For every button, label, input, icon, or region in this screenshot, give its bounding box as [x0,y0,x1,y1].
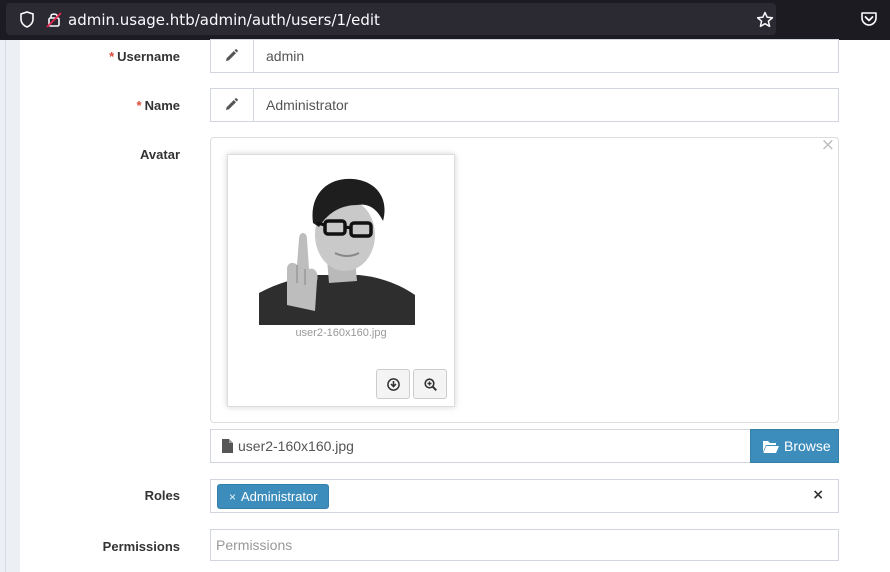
required-marker: * [109,49,115,64]
browse-button[interactable]: Browse [750,429,839,463]
url-text[interactable]: admin.usage.htb/admin/auth/users/1/edit [68,11,380,29]
name-label-text: Name [144,98,180,113]
required-marker: * [136,98,142,113]
name-label: * Name [137,98,180,113]
avatar-label: Avatar [140,147,180,162]
roles-select[interactable]: × Administrator × [210,479,839,513]
avatar-thumbnail-card: user2-160x160.jpg [227,154,455,407]
download-icon [387,378,400,391]
lock-insecure-icon[interactable] [46,11,62,28]
pencil-icon [226,98,238,110]
folder-open-icon [763,441,779,453]
bookmark-star-icon[interactable] [756,11,774,29]
file-icon [222,439,233,453]
roles-label: Roles [144,488,180,503]
username-addon [211,40,254,72]
address-bar[interactable]: admin.usage.htb/admin/auth/users/1/edit [6,3,776,35]
shield-icon[interactable] [19,11,35,28]
zoom-in-icon [424,378,437,391]
pocket-icon[interactable] [860,10,878,28]
role-tag-label: Administrator [241,489,318,504]
name-field[interactable]: Administrator [210,88,839,122]
username-label: * Username [109,49,180,64]
zoom-button[interactable] [413,369,447,399]
sidebar-divider [5,40,6,572]
browse-button-label: Browse [784,438,831,454]
name-addon [211,89,254,121]
clear-roles-button[interactable]: × [812,487,824,503]
avatar-image [259,178,415,325]
avatar-caption: user2-160x160.jpg [295,327,387,339]
remove-avatar-button[interactable]: × [821,135,835,155]
browser-toolbar: admin.usage.htb/admin/auth/users/1/edit [0,0,890,40]
avatar-preview-panel: × user2-160x160.jpg [210,135,839,423]
username-value[interactable]: admin [266,48,304,64]
remove-role-button[interactable]: × [229,490,236,504]
download-button[interactable] [376,369,410,399]
username-field[interactable]: admin [210,39,839,73]
pencil-icon [226,49,238,61]
avatar-file-name: user2-160x160.jpg [238,438,354,454]
role-tag: × Administrator [217,484,329,509]
permissions-label: Permissions [102,539,180,554]
username-label-text: Username [117,49,180,64]
name-value[interactable]: Administrator [266,97,348,113]
permissions-input[interactable] [210,529,839,561]
page-content: * Username admin * Name Administrator Avat… [0,39,890,572]
sidebar-edge [0,40,20,572]
avatar-file-input[interactable]: user2-160x160.jpg [210,429,751,463]
